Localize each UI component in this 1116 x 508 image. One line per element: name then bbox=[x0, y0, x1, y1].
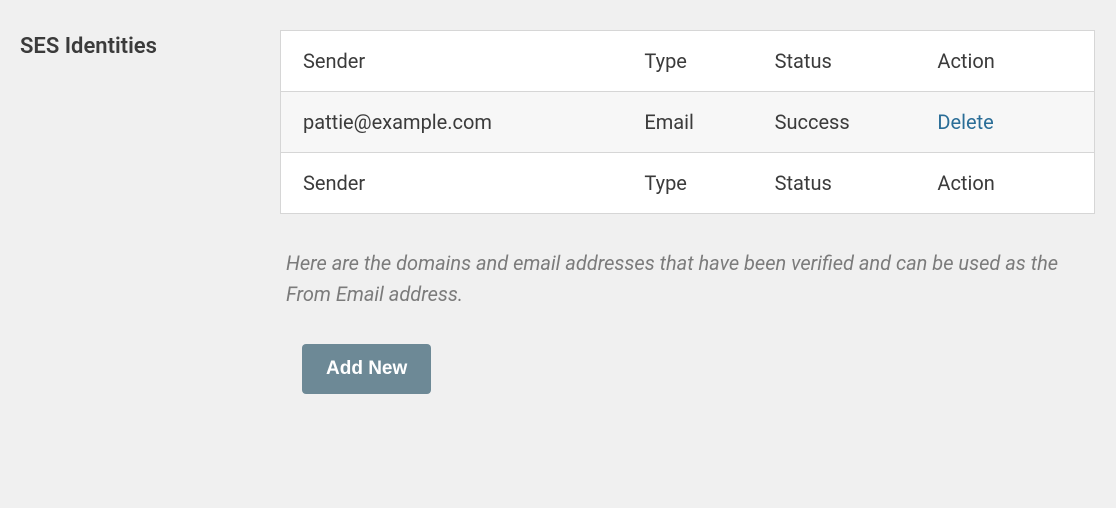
section-content-col: Sender Type Status Action pattie@example… bbox=[280, 30, 1095, 394]
footer-type: Type bbox=[622, 153, 752, 214]
ses-identities-section: SES Identities Sender Type Status Action… bbox=[20, 30, 1096, 394]
footer-sender: Sender bbox=[281, 153, 623, 214]
section-title: SES Identities bbox=[20, 30, 220, 59]
footer-action: Action bbox=[915, 153, 1094, 214]
section-label-col: SES Identities bbox=[20, 30, 220, 59]
cell-sender: pattie@example.com bbox=[281, 92, 623, 153]
table-row: pattie@example.com Email Success Delete bbox=[281, 92, 1095, 153]
cell-status: Success bbox=[753, 92, 916, 153]
table-header-row: Sender Type Status Action bbox=[281, 31, 1095, 92]
cell-action: Delete bbox=[915, 92, 1094, 153]
table-footer-row: Sender Type Status Action bbox=[281, 153, 1095, 214]
header-type: Type bbox=[622, 31, 752, 92]
delete-link[interactable]: Delete bbox=[937, 110, 993, 134]
cell-type: Email bbox=[622, 92, 752, 153]
identities-table: Sender Type Status Action pattie@example… bbox=[280, 30, 1095, 214]
footer-status: Status bbox=[753, 153, 916, 214]
header-action: Action bbox=[915, 31, 1094, 92]
header-sender: Sender bbox=[281, 31, 623, 92]
header-status: Status bbox=[753, 31, 916, 92]
add-new-button[interactable]: Add New bbox=[302, 344, 431, 394]
help-text: Here are the domains and email addresses… bbox=[280, 248, 1095, 310]
